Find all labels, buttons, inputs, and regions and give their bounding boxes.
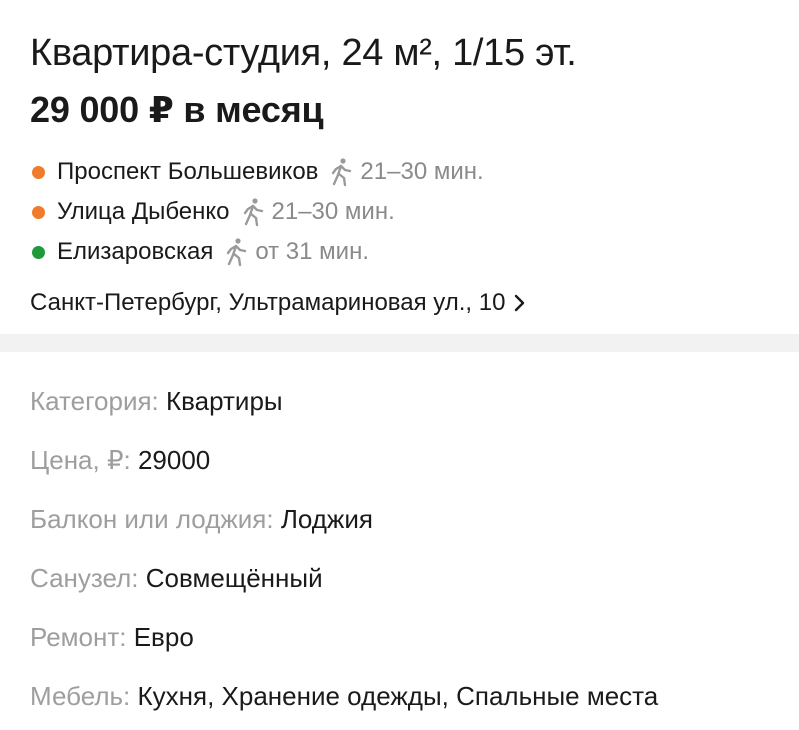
- metro-item-ulitsa-dybenko: Улица Дыбенко 21–30 мин.: [30, 192, 769, 232]
- param-row-price: Цена, ₽: 29000: [30, 431, 769, 490]
- metro-station-name: Елизаровская: [57, 238, 214, 265]
- section-divider: [0, 334, 799, 352]
- param-row-category: Категория: Квартиры: [30, 372, 769, 431]
- params-list: Категория: Квартиры Цена, ₽: 29000 Балко…: [0, 352, 799, 726]
- param-label: Категория:: [30, 386, 166, 416]
- param-value: Квартиры: [166, 386, 283, 416]
- metro-line-dot: [32, 205, 45, 219]
- param-label: Мебель:: [30, 681, 138, 711]
- metro-list: Проспект Большевиков 21–30 мин. Улица Ды…: [30, 152, 769, 272]
- metro-station-name: Улица Дыбенко: [57, 198, 230, 225]
- listing-title: Квартира-студия, 24 м², 1/15 эт.: [30, 32, 577, 74]
- address-link[interactable]: Санкт-Петербург, Ультрамариновая ул., 10: [30, 286, 769, 320]
- walk-icon: [328, 157, 354, 187]
- chevron-right-icon: [513, 294, 525, 312]
- listing-header: Квартира-студия, 24 м², 1/15 эт. 29 000 …: [0, 0, 799, 316]
- param-label: Цена, ₽:: [30, 445, 138, 475]
- metro-line-dot: [32, 245, 45, 259]
- param-label: Балкон или лоджия:: [30, 504, 281, 534]
- address-text: Санкт-Петербург, Ультрамариновая ул., 10: [30, 289, 506, 316]
- metro-walk-time: 21–30 мин.: [271, 198, 395, 225]
- param-row-furniture: Мебель: Кухня, Хранение одежды, Спальные…: [30, 667, 769, 726]
- param-value: Кухня, Хранение одежды, Спальные места: [137, 681, 659, 711]
- metro-station-name: Проспект Большевиков: [57, 158, 319, 185]
- metro-item-elizarovskaya: Елизаровская от 31 мин.: [30, 232, 769, 272]
- param-label: Ремонт:: [30, 622, 134, 652]
- param-value: Евро: [133, 622, 194, 652]
- walk-icon: [223, 237, 249, 267]
- metro-item-prospekt-bolshevikov: Проспект Большевиков 21–30 мин.: [30, 152, 769, 192]
- param-value: Лоджия: [280, 504, 373, 534]
- metro-walk-time: 21–30 мин.: [360, 158, 484, 185]
- param-row-bathroom: Санузел: Совмещённый: [30, 549, 769, 608]
- metro-line-dot: [32, 165, 45, 179]
- listing-price: 29 000 ₽ в месяц: [30, 89, 324, 130]
- param-row-renovation: Ремонт: Евро: [30, 608, 769, 667]
- param-value: Совмещённый: [145, 563, 323, 593]
- metro-walk-time: от 31 мин.: [255, 238, 369, 265]
- param-label: Санузел:: [30, 563, 146, 593]
- param-row-balcony: Балкон или лоджия: Лоджия: [30, 490, 769, 549]
- walk-icon: [240, 197, 266, 227]
- param-value: 29000: [137, 445, 211, 475]
